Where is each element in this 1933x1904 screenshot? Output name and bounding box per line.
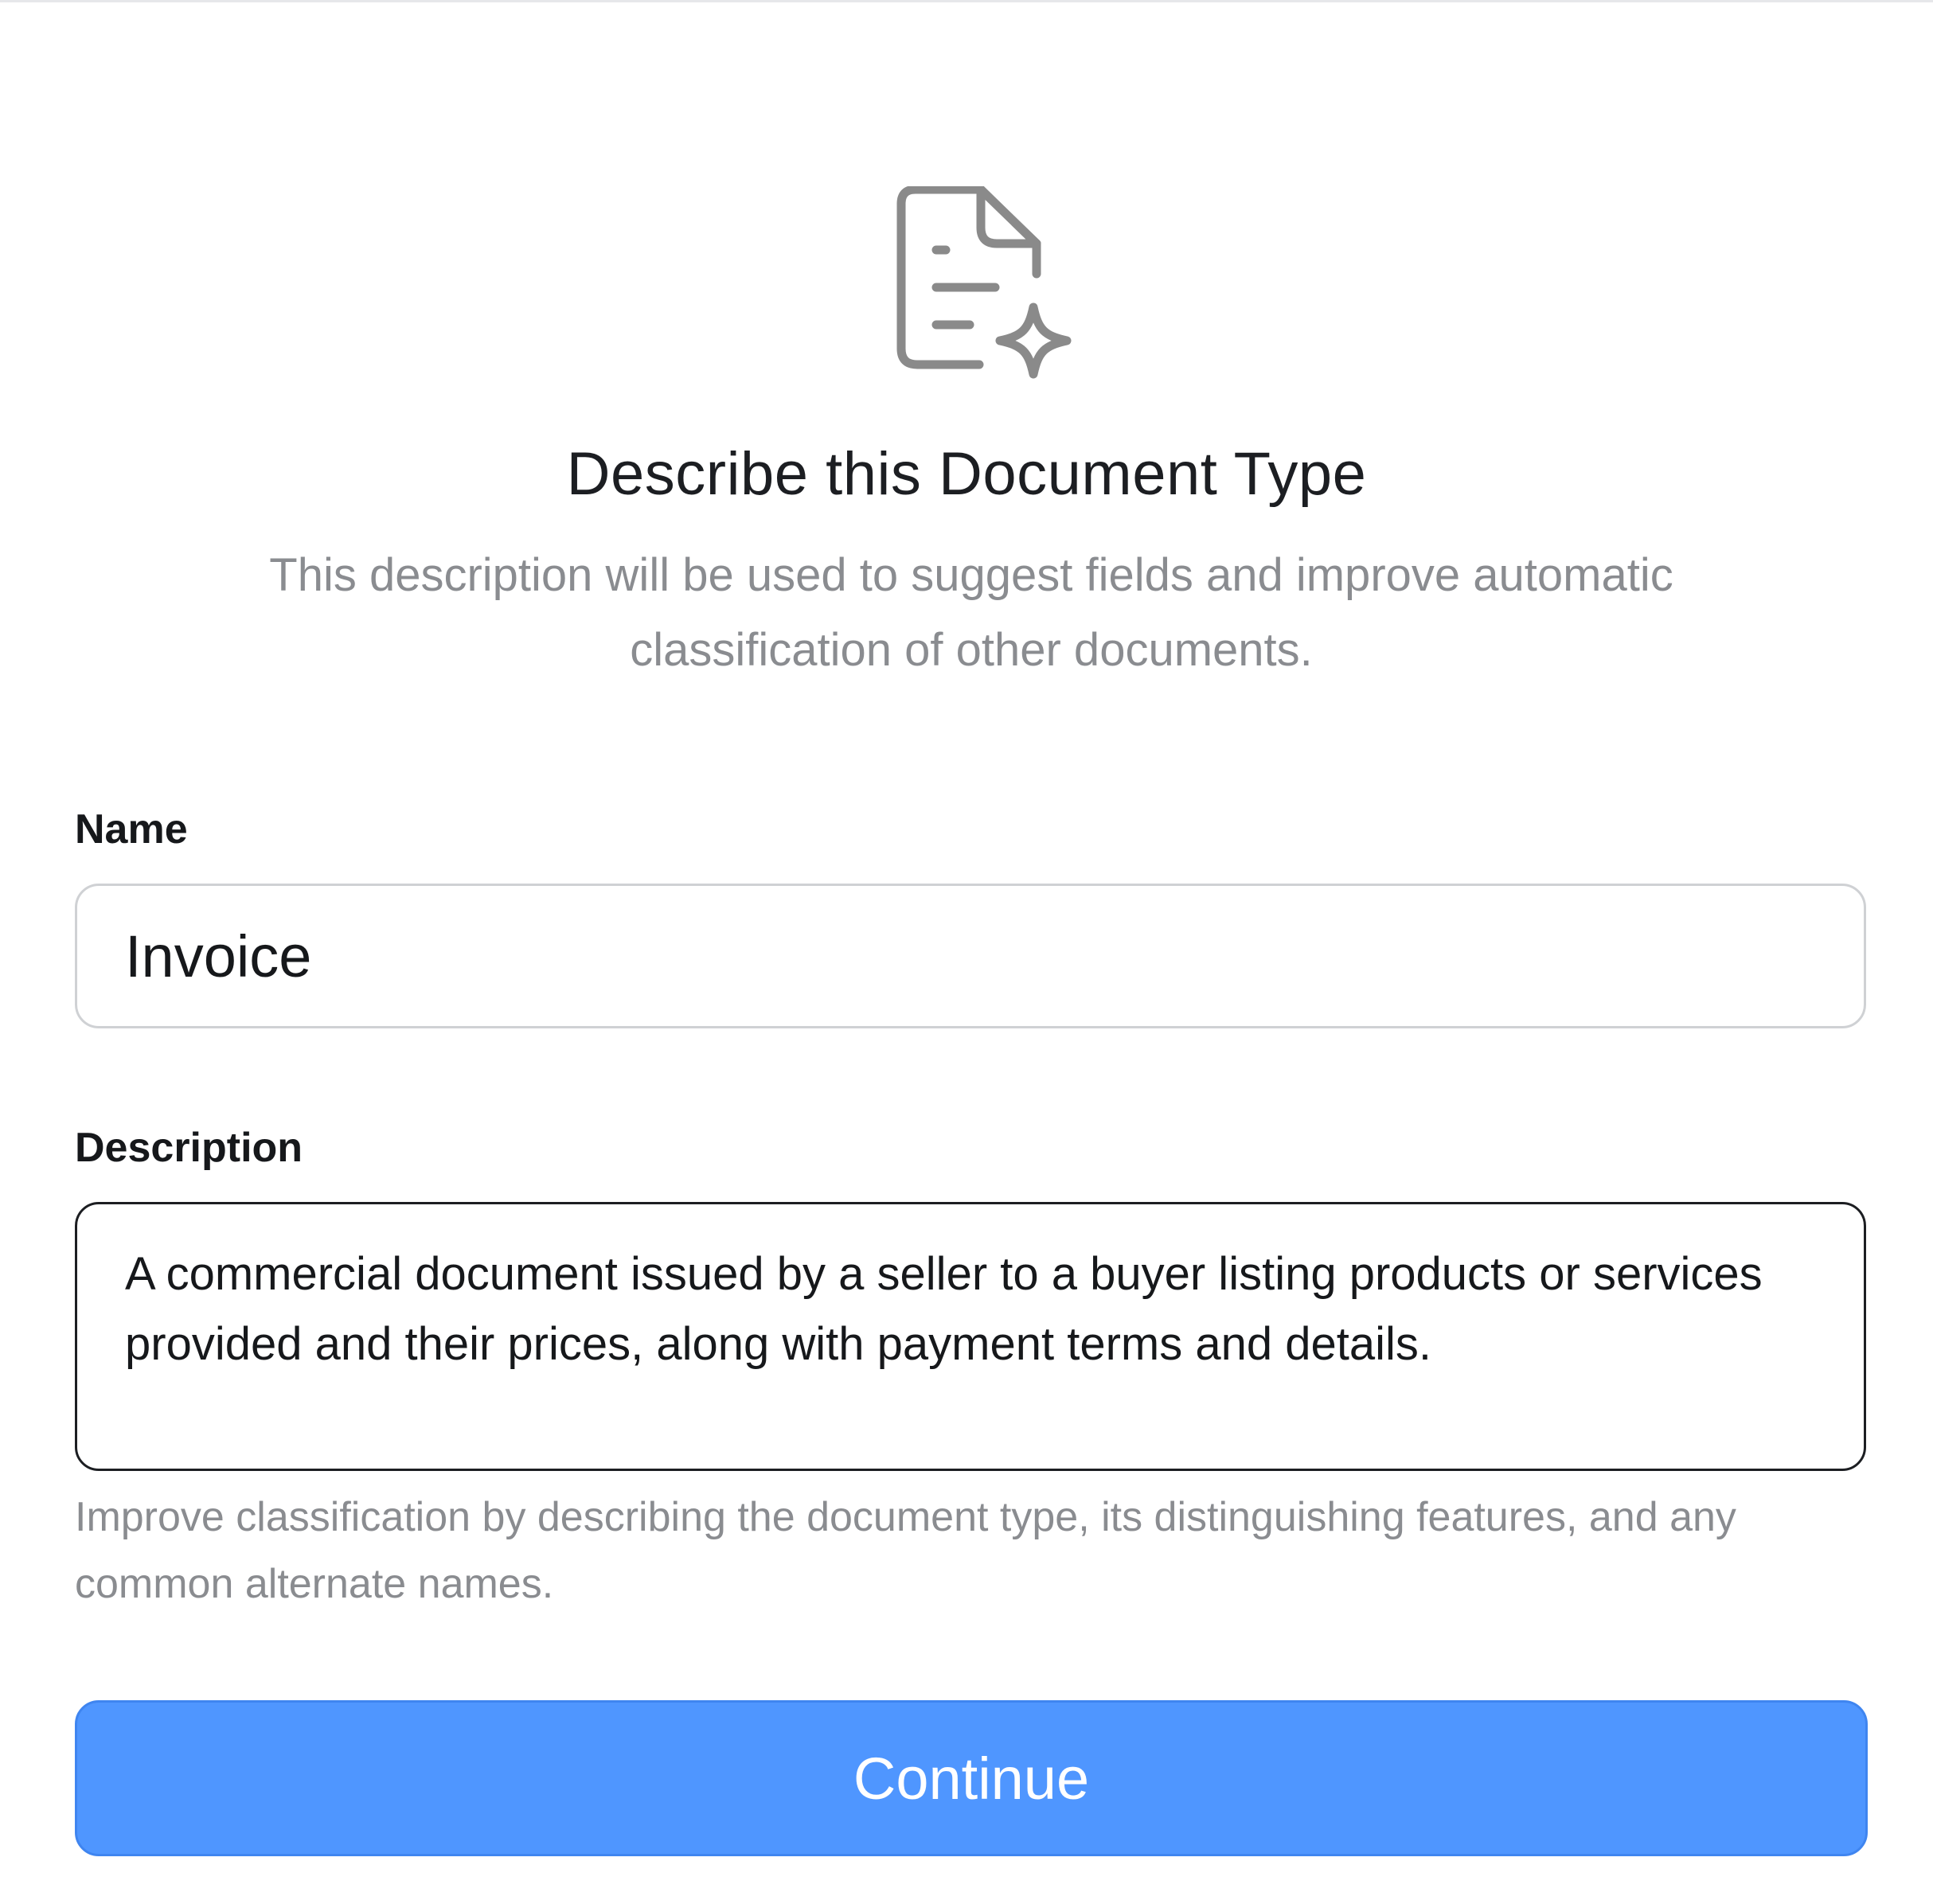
name-input[interactable] [75,884,1866,1028]
description-textarea[interactable]: A commercial document issued by a seller… [75,1202,1866,1471]
description-helper-text: Improve classification by describing the… [75,1494,1736,1607]
top-divider [0,0,1933,2]
page-subtitle: This description will be used to suggest… [269,549,1673,676]
page-title: Describe this Document Type [566,440,1367,508]
continue-button[interactable]: Continue [75,1700,1868,1856]
description-label: Description [75,1125,303,1171]
name-label: Name [75,806,188,853]
document-sparkle-icon [893,186,1076,385]
